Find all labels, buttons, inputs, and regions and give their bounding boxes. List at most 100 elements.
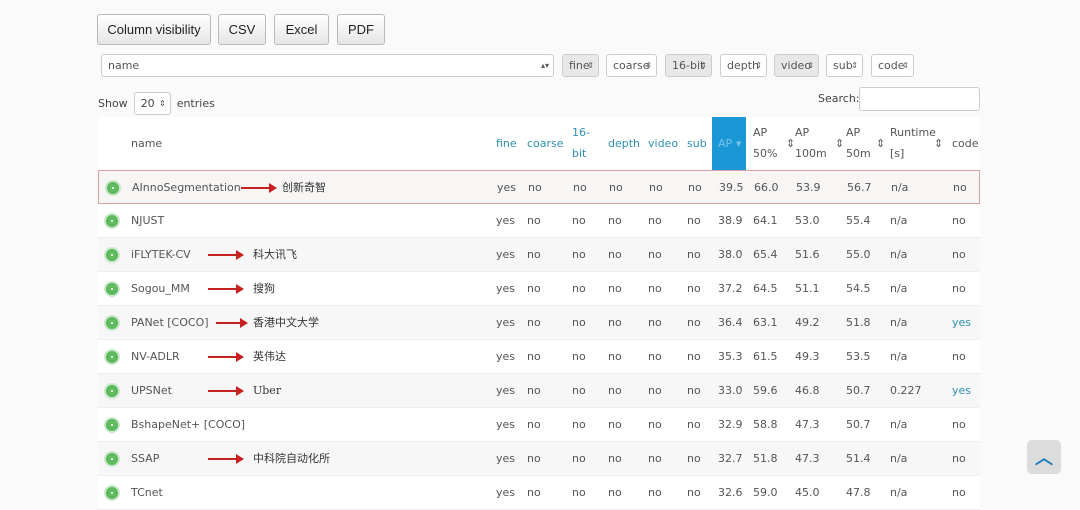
- cell-runtime: n/a: [890, 214, 908, 227]
- cell-runtime: n/a: [890, 282, 908, 295]
- search-input[interactable]: [859, 87, 980, 111]
- column-visibility-button[interactable]: Column visibility: [97, 14, 211, 45]
- cell-runtime: n/a: [890, 486, 908, 499]
- cell-runtime: n/a: [891, 181, 909, 194]
- cell-coarse: no: [527, 282, 541, 295]
- cell-coarse: no: [527, 418, 541, 431]
- table-row[interactable]: SSAP 中科院自动化所 yes no no no no no 32.7 51.8 47.3 51.4…: [98, 442, 980, 476]
- col-code[interactable]: code: [952, 134, 979, 154]
- col-16bit-line2[interactable]: bit: [572, 144, 586, 164]
- select-arrows-icon: ▴▾: [540, 61, 549, 70]
- expand-row-icon[interactable]: [106, 283, 118, 295]
- select-value: sub: [833, 59, 853, 72]
- table-row[interactable]: PANet [COCO] 香港中文大学 yes no no no no no 36.4 63.1 4…: [98, 306, 980, 340]
- filter-code-select[interactable]: code ⇕: [871, 54, 914, 77]
- col-ap[interactable]: AP: [718, 134, 732, 154]
- cell-sub: no: [687, 384, 701, 397]
- scroll-to-top-button[interactable]: ︿: [1027, 440, 1061, 474]
- cell-sub: no: [687, 486, 701, 499]
- col-sub[interactable]: sub: [687, 134, 707, 154]
- csv-button[interactable]: CSV: [218, 14, 266, 45]
- table-row[interactable]: BshapeNet+ [COCO] yes no no no no no 32.9 58.8 47…: [98, 408, 980, 442]
- team-name: BshapeNet+ [COCO]: [131, 418, 246, 431]
- cell-runtime: n/a: [890, 452, 908, 465]
- expand-row-icon[interactable]: [106, 385, 118, 397]
- cell-video: no: [649, 181, 663, 194]
- filter-sub-select[interactable]: sub ⇕: [826, 54, 863, 77]
- col-fine[interactable]: fine: [496, 134, 517, 154]
- col-name[interactable]: name: [131, 134, 162, 154]
- cell-ap: 32.7: [718, 452, 743, 465]
- cell-ap50: 59.6: [753, 384, 778, 397]
- table-row[interactable]: NV-ADLR 英伟达 yes no no no no no 35.3 61.5 49.3 53.5 n…: [98, 340, 980, 374]
- cell-ap50m: 51.8: [846, 316, 871, 329]
- red-arrow-icon: [216, 318, 248, 328]
- cell-ap100: 51.6: [795, 248, 820, 261]
- cell-bit: no: [572, 350, 586, 363]
- table-header: name fine coarse 16- bit depth video sub…: [98, 117, 980, 170]
- filter-name-select[interactable]: name ▴▾: [101, 54, 554, 77]
- filter-fine-select[interactable]: fine ⇕: [562, 54, 599, 77]
- cell-ap50: 61.5: [753, 350, 778, 363]
- expand-row-icon[interactable]: [106, 215, 118, 227]
- cell-ap50: 64.1: [753, 214, 778, 227]
- col-ap50m-line2[interactable]: 50m: [846, 144, 871, 164]
- col-coarse[interactable]: coarse: [527, 134, 564, 154]
- cell-video: no: [648, 486, 662, 499]
- cell-ap50: 59.0: [753, 486, 778, 499]
- cell-ap100: 49.2: [795, 316, 820, 329]
- expand-row-icon[interactable]: [106, 317, 118, 329]
- expand-row-icon[interactable]: [106, 453, 118, 465]
- table-row[interactable]: iFLYTEK-CV 科大讯飞 yes no no no no no 38.0 65.4 51.6 5…: [98, 238, 980, 272]
- expand-row-icon[interactable]: [106, 487, 118, 499]
- col-ap50[interactable]: AP: [753, 123, 767, 143]
- col-16bit[interactable]: 16-: [572, 123, 590, 143]
- select-value: code: [878, 59, 905, 72]
- table-row[interactable]: TCnet yes no no no no no 32.6 59.0 45.0 47.8 n/a no: [98, 476, 980, 510]
- expand-row-icon[interactable]: [107, 182, 119, 194]
- filter-video-select[interactable]: video ⇕: [774, 54, 819, 77]
- col-ap50m[interactable]: AP: [846, 123, 860, 143]
- red-arrow-icon: [208, 454, 244, 464]
- col-depth[interactable]: depth: [608, 134, 640, 154]
- table-row[interactable]: AInnoSegmentation 创新奇智 yes no no no no no 39.5 66…: [98, 170, 980, 204]
- team-name: Sogou_MM: [131, 282, 190, 295]
- cell-ap100: 53.0: [795, 214, 820, 227]
- excel-button[interactable]: Excel: [274, 14, 329, 45]
- pdf-button[interactable]: PDF: [337, 14, 385, 45]
- organization-annotation: 搜狗: [253, 282, 275, 295]
- expand-row-icon[interactable]: [106, 249, 118, 261]
- cell-ap: 32.6: [718, 486, 743, 499]
- table-row[interactable]: UPSNet Uber yes no no no no no 33.0 59.6 46.8 50.7 0…: [98, 374, 980, 408]
- cell-ap50: 63.1: [753, 316, 778, 329]
- sort-icon: ⇕: [934, 137, 944, 150]
- cell-code: no: [952, 282, 966, 295]
- cell-video: no: [648, 214, 662, 227]
- col-ap100m[interactable]: AP: [795, 123, 809, 143]
- filter-depth-select[interactable]: depth ⇕: [720, 54, 767, 77]
- cell-ap50: 51.8: [753, 452, 778, 465]
- col-runtime[interactable]: Runtime: [890, 123, 936, 143]
- select-value: depth: [727, 59, 760, 72]
- expand-row-icon[interactable]: [106, 351, 118, 363]
- team-name: SSAP: [131, 452, 160, 465]
- cell-ap100: 51.1: [795, 282, 820, 295]
- cell-code: yes: [952, 384, 972, 397]
- cell-depth: no: [608, 486, 622, 499]
- table-row[interactable]: Sogou_MM 搜狗 yes no no no no no 37.2 64.5 51.1 54.5 n…: [98, 272, 980, 306]
- cell-video: no: [648, 316, 662, 329]
- filter-coarse-select[interactable]: coarse ⇕: [606, 54, 657, 77]
- filter-16bit-select[interactable]: 16-bit ⇕: [665, 54, 712, 77]
- cell-code: no: [952, 452, 966, 465]
- cell-coarse: no: [527, 350, 541, 363]
- show-label: Show: [98, 97, 128, 110]
- expand-row-icon[interactable]: [106, 419, 118, 431]
- sort-icon: ⇕: [835, 137, 845, 150]
- col-ap100m-line2[interactable]: 100m: [795, 144, 827, 164]
- col-runtime-line2[interactable]: [s]: [890, 144, 904, 164]
- col-ap50-line2[interactable]: 50%: [753, 144, 777, 164]
- select-arrows-icon: ⇕: [587, 61, 594, 70]
- col-video[interactable]: video: [648, 134, 678, 154]
- table-row[interactable]: NJUST yes no no no no no 38.9 64.1 53.0 55.4 n/a no: [98, 204, 980, 238]
- entries-select[interactable]: 20 ⇕: [133, 92, 171, 115]
